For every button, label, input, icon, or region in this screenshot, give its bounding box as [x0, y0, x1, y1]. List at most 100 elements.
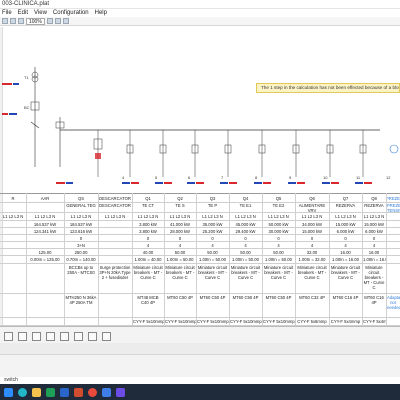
table-row[interactable]: GENERAL TEG DESCARCATOR TE CT TE S TE P TE E1…	[0, 202, 400, 213]
table-cell[interactable]: 1.00In = 50.00	[229, 257, 262, 262]
table-cell[interactable]: TE E1	[229, 203, 262, 208]
table-cell[interactable]: MT48 MCB C40 4P	[132, 295, 164, 305]
table-cell[interactable]: L1 L2 L3 N	[262, 214, 295, 219]
table-row[interactable]: 124.341 kW 123.616 kW 3.800 kW 28.000 kW 25.…	[0, 228, 400, 235]
table-cell[interactable]: CYY-F 5x10mmp	[229, 319, 262, 324]
symbol-switch-icon[interactable]	[32, 332, 41, 341]
table-cell[interactable]: 4	[164, 243, 196, 248]
table-cell[interactable]: 0	[329, 236, 362, 241]
table-cell[interactable]: 0	[262, 236, 295, 241]
table-cell[interactable]: 0	[164, 236, 196, 241]
table-cell[interactable]: 123.616 kW	[64, 229, 98, 234]
table-cell[interactable]: 29.400 kW	[229, 229, 262, 234]
table-cell[interactable]: 4	[295, 243, 329, 248]
table-cell[interactable]: L1 L2 L3 N	[26, 214, 64, 219]
table-cell[interactable]: TE P	[196, 203, 229, 208]
print-icon[interactable]	[62, 18, 69, 24]
table-cell[interactable]: 32.00	[295, 250, 329, 255]
table-cell[interactable]: 45.000 kW	[229, 222, 262, 227]
table-cell[interactable]: ALIMENTARE VRV	[295, 203, 329, 213]
table-cell[interactable]: 0	[229, 236, 262, 241]
table-cell[interactable]: 25.200 kW	[196, 229, 229, 234]
table-cell[interactable]: L1 L2 L3 N	[132, 214, 164, 219]
table-cell[interactable]: Miniature circuit breakers - MT - Curve …	[329, 265, 362, 280]
table-cell[interactable]: 1.00In = 16.00	[362, 257, 386, 262]
table-row[interactable]: 164.537 kW 184.537 kW 3.800 kW 41.000 kW 35.…	[0, 221, 400, 228]
table-cell[interactable]: 1.00In = 32.00	[295, 257, 329, 262]
menu-help[interactable]: Help	[95, 9, 107, 17]
table-cell[interactable]: 50.00	[164, 250, 196, 255]
table-cell[interactable]: 4	[196, 243, 229, 248]
table-cell[interactable]: TE E2	[262, 203, 295, 208]
table-cell[interactable]: MT60 C50 4P	[164, 295, 196, 300]
table-cell[interactable]: 125.00	[26, 250, 64, 255]
symbol-meter-icon[interactable]	[60, 332, 69, 341]
table-cell[interactable]: 40.00	[132, 250, 164, 255]
table-cell[interactable]: 1.00In = 40.00	[132, 257, 164, 262]
table-cell[interactable]: L1 L2 L3 N	[0, 214, 26, 219]
save-icon[interactable]	[18, 18, 24, 24]
outlook-icon[interactable]	[102, 387, 111, 397]
table-cell[interactable]: PREZENT TENSIUNE	[386, 203, 400, 213]
symbol-breaker-icon[interactable]	[4, 332, 13, 341]
table-cell[interactable]: DESCARCATOR	[98, 203, 132, 208]
table-cell[interactable]: 50.00	[196, 250, 229, 255]
table-cell[interactable]: Miniature circuit breakers - MT - Curve …	[196, 265, 229, 280]
table-cell[interactable]: MT60 C16 4P	[329, 295, 362, 300]
windows-start-icon[interactable]	[4, 387, 13, 397]
open-file-icon[interactable]	[10, 18, 16, 24]
table-cell[interactable]: Miniature circuit breakers - MT - Curve …	[295, 265, 329, 280]
table-cell[interactable]: 3+N	[64, 243, 98, 248]
powerpoint-icon[interactable]	[74, 387, 83, 397]
table-row[interactable]: 125.00 250.00 40.00 50.00 50.00 50.00 50.00 32.…	[0, 249, 400, 256]
table-cell[interactable]: 15.000 kW	[362, 222, 386, 227]
table-cell[interactable]: L1 L2 L3 N	[98, 214, 132, 219]
table-cell[interactable]: 15.000 kW	[329, 222, 362, 227]
menu-configuration[interactable]: Configuration	[53, 9, 89, 17]
table-cell[interactable]: BCCBs up to 250A - MTCS0	[64, 265, 98, 275]
table-cell[interactable]: 16.00	[362, 250, 386, 255]
symbol-contactor-icon[interactable]	[46, 332, 55, 341]
table-cell[interactable]: 0.70In = 140.00	[64, 257, 98, 262]
table-cell[interactable]: 4	[229, 243, 262, 248]
table-cell[interactable]: Miniature circuit breakers - MT - Curve …	[262, 265, 295, 280]
menu-edit[interactable]: Edit	[18, 9, 28, 17]
table-cell[interactable]: 3.800 kW	[132, 229, 164, 234]
table-cell[interactable]: MTH250 N 36kA 4P 250A TM	[64, 295, 98, 305]
table-cell[interactable]: CYY-F 5x10mmp	[164, 319, 196, 324]
table-cell[interactable]: 4	[132, 243, 164, 248]
table-cell[interactable]: 34.000 kW	[295, 222, 329, 227]
table-cell[interactable]: L1 L2 L3 N	[362, 214, 386, 219]
table-cell[interactable]: 30.000 kW	[262, 229, 295, 234]
new-file-icon[interactable]	[2, 18, 8, 24]
table-cell[interactable]: 50.000 kW	[262, 222, 295, 227]
table-cell[interactable]: 164.537 kW	[26, 222, 64, 227]
word-icon[interactable]	[60, 387, 69, 397]
table-row[interactable]: 0.00In = 125.00 0.70In = 140.00 1.00In = 4…	[0, 256, 400, 264]
zoom-in-icon[interactable]	[46, 18, 53, 24]
table-cell[interactable]: MT60 C50 4P	[229, 295, 262, 300]
table-row[interactable]: 000000000	[0, 235, 400, 242]
symbol-fuse-icon[interactable]	[18, 332, 27, 341]
table-cell[interactable]: 6.000 kW	[329, 229, 362, 234]
table-cell[interactable]: CYY-F 5x10mmp	[196, 319, 229, 324]
table-cell[interactable]: 0	[295, 236, 329, 241]
table-cell[interactable]: 16.00	[329, 250, 362, 255]
table-cell[interactable]: MT60 C32 4P	[295, 295, 329, 300]
table-cell[interactable]: 0	[64, 236, 98, 241]
table-cell[interactable]: 4	[262, 243, 295, 248]
table-cell[interactable]: 28.000 kW	[164, 229, 196, 234]
zoom-out-icon[interactable]	[54, 18, 61, 24]
table-cell[interactable]: 1.00In = 16.00	[329, 257, 362, 262]
zoom-select[interactable]: 100%	[26, 17, 45, 25]
table-cell[interactable]: TE CT	[132, 203, 164, 208]
table-cell[interactable]: REZERVA	[329, 203, 362, 208]
table-cell[interactable]: MT60 C50 4P	[196, 295, 229, 300]
table-cell[interactable]: 1.00In = 50.00	[196, 257, 229, 262]
table-cell[interactable]: REZERVA	[362, 203, 386, 208]
table-cell[interactable]: L1 L2 L3 N	[164, 214, 196, 219]
table-cell[interactable]: 4	[362, 243, 386, 248]
table-cell[interactable]: 0.00In = 125.00	[26, 257, 64, 262]
table-cell[interactable]: 41.000 kW	[164, 222, 196, 227]
table-cell[interactable]: 184.537 kW	[64, 222, 98, 227]
